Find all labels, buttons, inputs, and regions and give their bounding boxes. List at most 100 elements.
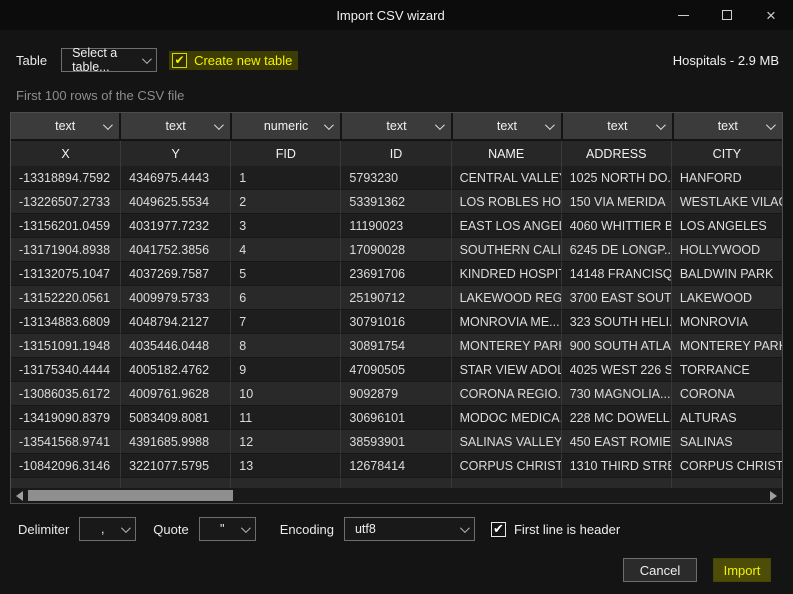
table-row: -13086035.61724009761.9628109092879CORON… [11, 382, 782, 406]
table-cell: SALINAS VALLEY... [452, 430, 562, 454]
column-type-select[interactable]: text [674, 113, 782, 139]
scroll-right-icon[interactable] [770, 491, 777, 501]
scroll-left-icon[interactable] [16, 491, 23, 501]
column-header: ID [341, 141, 451, 166]
dialog-actions: Cancel Import [0, 558, 771, 582]
preview-caption: First 100 rows of the CSV file [16, 88, 793, 103]
table-cell: 6245 DE LONGP... [562, 238, 672, 262]
table-cell: 17090028 [341, 238, 451, 262]
table-cell: KINDRED HOSPIT... [452, 262, 562, 286]
table-cell: -13151091.1948 [11, 334, 121, 358]
table-row: -13175340.44444005182.4762947090505STAR … [11, 358, 782, 382]
close-icon: × [766, 7, 776, 24]
table-cell: 1310 THIRD STRE... [562, 454, 672, 478]
create-new-table-checkbox[interactable]: ✔ [172, 53, 187, 68]
table-cell: -13318894.7592 [11, 166, 121, 190]
delimiter-select[interactable]: , [79, 517, 136, 541]
table-cell: 4049625.5534 [121, 190, 231, 214]
table-cell: MODOC MEDICA... [452, 406, 562, 430]
table-cell: 6 [231, 286, 341, 310]
table-cell: 7 [231, 310, 341, 334]
table-row: -13151091.19484035446.0448830891754MONTE… [11, 334, 782, 358]
table-cell: 30791016 [341, 310, 451, 334]
window-controls: × [661, 0, 793, 30]
table-cell: 12678414 [341, 454, 451, 478]
table-cell: LAKEWOOD REG... [452, 286, 562, 310]
chevron-down-icon [121, 523, 131, 533]
table-cell: 30891754 [341, 334, 451, 358]
table-cell: SOUTHERN CALI... [452, 238, 562, 262]
column-type-select[interactable]: text [453, 113, 561, 139]
table-cell: CORONA [672, 382, 782, 406]
encoding-label: Encoding [280, 522, 334, 537]
column-header: ADDRESS [562, 141, 672, 166]
horizontal-scrollbar[interactable] [11, 488, 782, 503]
chevron-down-icon [142, 54, 152, 64]
encoding-value: utf8 [355, 522, 376, 536]
table-cell: 3 [231, 214, 341, 238]
quote-label: Quote [153, 522, 188, 537]
first-line-header-label: First line is header [514, 522, 620, 537]
table-cell: 4037269.7587 [121, 262, 231, 286]
table-row: -13318894.75924346975.444315793230CENTRA… [11, 166, 782, 190]
maximize-button[interactable] [705, 0, 749, 30]
table-cell: BALDWIN PARK [672, 262, 782, 286]
first-line-header-option[interactable]: ✔ First line is header [491, 522, 620, 537]
chevron-down-icon [766, 120, 776, 130]
table-row: -13134883.68094048794.2127730791016MONRO… [11, 310, 782, 334]
column-type-select[interactable]: text [342, 113, 450, 139]
chevron-down-icon [214, 120, 224, 130]
first-line-header-checkbox[interactable]: ✔ [491, 522, 506, 537]
table-cell: CORPUS CHRISTI [672, 454, 782, 478]
table-row: -13152220.05614009979.5733625190712LAKEW… [11, 286, 782, 310]
table-cell: LOS ROBLES HO... [452, 190, 562, 214]
column-type-select[interactable]: text [121, 113, 229, 139]
import-button[interactable]: Import [713, 558, 771, 582]
encoding-select[interactable]: utf8 [344, 517, 475, 541]
table-cell: SALINAS [672, 430, 782, 454]
table-row: -13132075.10474037269.7587523691706KINDR… [11, 262, 782, 286]
table-cell: 4 [231, 238, 341, 262]
close-button[interactable]: × [749, 0, 793, 30]
table-cell: 150 VIA MERIDA [562, 190, 672, 214]
table-cell: 25190712 [341, 286, 451, 310]
table-cell: HANFORD [672, 166, 782, 190]
table-cell: 4060 WHITTIER B... [562, 214, 672, 238]
column-type-select[interactable]: text [11, 113, 119, 139]
cancel-button[interactable]: Cancel [623, 558, 697, 582]
create-new-table-option[interactable]: ✔ Create new table [169, 51, 298, 70]
table-cell: 5793230 [341, 166, 451, 190]
table-select[interactable]: Select a table... [61, 48, 157, 72]
column-header: X [11, 141, 121, 166]
table-cell: LAKEWOOD [672, 286, 782, 310]
table-cell: 228 MC DOWELL... [562, 406, 672, 430]
table-cell: 9 [231, 358, 341, 382]
table-cell: 4048794.2127 [121, 310, 231, 334]
delimiter-value: , [101, 522, 104, 536]
table-cell: MONROVIA ME... [452, 310, 562, 334]
table-cell: 30696101 [341, 406, 451, 430]
minimize-button[interactable] [661, 0, 705, 30]
table-cell: 4035446.0448 [121, 334, 231, 358]
column-type-value: text [718, 119, 738, 133]
table-cell: 38593901 [341, 430, 451, 454]
table-cell: CORPUS CHRISTI... [452, 454, 562, 478]
maximize-icon [722, 10, 732, 20]
quote-select[interactable]: " [199, 517, 256, 541]
column-type-row: texttextnumerictexttexttexttext [11, 113, 782, 141]
window-title: Import CSV wizard [0, 8, 661, 23]
table-cell: 900 SOUTH ATLA... [562, 334, 672, 358]
table-cell: 5 [231, 262, 341, 286]
table-cell: WESTLAKE VILAGE [672, 190, 782, 214]
minimize-icon [678, 15, 689, 16]
column-type-select[interactable]: text [563, 113, 671, 139]
scrollbar-thumb[interactable] [28, 490, 233, 501]
table-cell: 47090505 [341, 358, 451, 382]
column-type-select[interactable]: numeric [232, 113, 340, 139]
table-cell: 4346975.4443 [121, 166, 231, 190]
table-cell: 1025 NORTH DO... [562, 166, 672, 190]
table-cell: 1 [231, 166, 341, 190]
table-cell: HOLLYWOOD [672, 238, 782, 262]
table-cell: 4005182.4762 [121, 358, 231, 382]
table-row: -13171904.89384041752.3856417090028SOUTH… [11, 238, 782, 262]
